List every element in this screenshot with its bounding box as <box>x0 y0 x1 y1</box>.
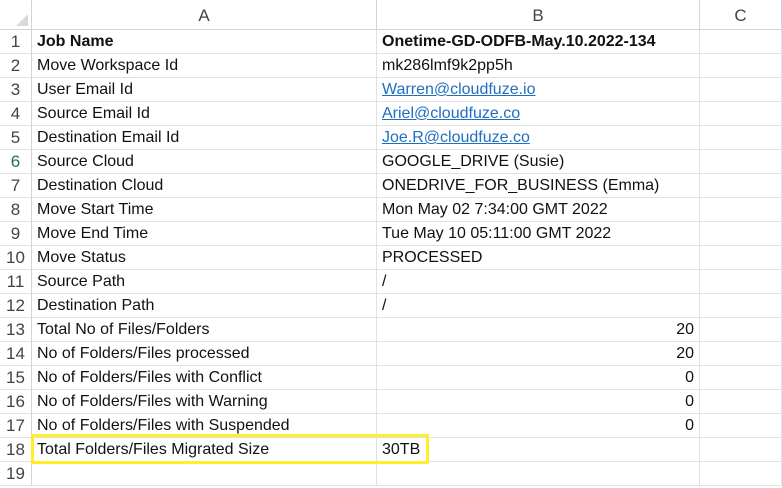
row-header[interactable]: 3 <box>0 78 32 102</box>
cell-value[interactable]: / <box>377 294 700 318</box>
row-header[interactable]: 9 <box>0 222 32 246</box>
email-link[interactable]: Ariel@cloudfuze.co <box>377 102 700 126</box>
cell-label[interactable]: Move Start Time <box>32 198 377 222</box>
row-header[interactable]: 13 <box>0 318 32 342</box>
cell-value-number[interactable]: 0 <box>377 414 700 438</box>
email-link[interactable]: Joe.R@cloudfuze.co <box>377 126 700 150</box>
cell-label[interactable]: Source Email Id <box>32 102 377 126</box>
row-header[interactable]: 6 <box>0 150 32 174</box>
cell-value-number[interactable]: 20 <box>377 342 700 366</box>
cell-value-number[interactable]: 0 <box>377 366 700 390</box>
cell-label[interactable]: No of Folders/Files with Warning <box>32 390 377 414</box>
cell-empty[interactable] <box>700 126 782 150</box>
column-header-c[interactable]: C <box>700 0 782 30</box>
row-header[interactable]: 15 <box>0 366 32 390</box>
cell-label[interactable]: Job Name <box>32 30 377 54</box>
cell-empty[interactable] <box>700 294 782 318</box>
cell-value[interactable]: GOOGLE_DRIVE (Susie) <box>377 150 700 174</box>
cell-empty[interactable] <box>700 246 782 270</box>
row-header[interactable]: 19 <box>0 462 32 486</box>
cell-value-number[interactable]: 20 <box>377 318 700 342</box>
cell-label[interactable]: No of Folders/Files with Suspended <box>32 414 377 438</box>
cell-empty[interactable] <box>700 270 782 294</box>
cell-value[interactable]: 30TB <box>377 438 700 462</box>
row-header[interactable]: 8 <box>0 198 32 222</box>
row-header[interactable]: 1 <box>0 30 32 54</box>
cell-empty[interactable] <box>700 174 782 198</box>
cell-value[interactable]: Onetime-GD-ODFB-May.10.2022-134 <box>377 30 700 54</box>
cell-label[interactable]: Destination Cloud <box>32 174 377 198</box>
cell-empty[interactable] <box>700 366 782 390</box>
row-header[interactable]: 12 <box>0 294 32 318</box>
cell-empty[interactable] <box>700 342 782 366</box>
cell-empty[interactable] <box>700 318 782 342</box>
cell-empty[interactable] <box>700 54 782 78</box>
cell-label[interactable]: No of Folders/Files with Conflict <box>32 366 377 390</box>
cell-label[interactable]: Source Cloud <box>32 150 377 174</box>
spreadsheet-grid: A B C 1 Job Name Onetime-GD-ODFB-May.10.… <box>0 0 782 488</box>
cell-value[interactable]: PROCESSED <box>377 246 700 270</box>
row-header[interactable]: 18 <box>0 438 32 462</box>
cell-label[interactable]: Destination Path <box>32 294 377 318</box>
row-header[interactable]: 17 <box>0 414 32 438</box>
row-header[interactable]: 11 <box>0 270 32 294</box>
cell-empty[interactable] <box>700 30 782 54</box>
cell-label[interactable]: Total Folders/Files Migrated Size <box>32 438 377 462</box>
row-header[interactable]: 14 <box>0 342 32 366</box>
column-header-b[interactable]: B <box>377 0 700 30</box>
row-header[interactable]: 4 <box>0 102 32 126</box>
column-header-a[interactable]: A <box>32 0 377 30</box>
cell-empty[interactable] <box>700 78 782 102</box>
cell-value[interactable]: Mon May 02 7:34:00 GMT 2022 <box>377 198 700 222</box>
cell-empty[interactable] <box>700 390 782 414</box>
cell-value[interactable]: mk286lmf9k2pp5h <box>377 54 700 78</box>
cell-empty[interactable] <box>700 102 782 126</box>
cell-empty[interactable] <box>700 462 782 486</box>
cell-label[interactable]: No of Folders/Files processed <box>32 342 377 366</box>
cell-label[interactable]: Total No of Files/Folders <box>32 318 377 342</box>
cell-empty[interactable] <box>700 150 782 174</box>
cell-label[interactable]: Destination Email Id <box>32 126 377 150</box>
cell-value[interactable]: ONEDRIVE_FOR_BUSINESS (Emma) <box>377 174 700 198</box>
row-header[interactable]: 5 <box>0 126 32 150</box>
cell-empty[interactable] <box>700 198 782 222</box>
cell-label[interactable]: Move Status <box>32 246 377 270</box>
cell-value[interactable] <box>377 462 700 486</box>
row-header[interactable]: 16 <box>0 390 32 414</box>
email-link[interactable]: Warren@cloudfuze.io <box>377 78 700 102</box>
row-header[interactable]: 2 <box>0 54 32 78</box>
cell-value[interactable]: Tue May 10 05:11:00 GMT 2022 <box>377 222 700 246</box>
row-header[interactable]: 7 <box>0 174 32 198</box>
cell-label[interactable]: Move End Time <box>32 222 377 246</box>
cell-empty[interactable] <box>700 222 782 246</box>
select-all-corner[interactable] <box>0 0 32 30</box>
row-header[interactable]: 10 <box>0 246 32 270</box>
cell-empty[interactable] <box>700 414 782 438</box>
cell-label[interactable] <box>32 462 377 486</box>
cell-empty[interactable] <box>700 438 782 462</box>
cell-label[interactable]: User Email Id <box>32 78 377 102</box>
cell-value-number[interactable]: 0 <box>377 390 700 414</box>
cell-label[interactable]: Move Workspace Id <box>32 54 377 78</box>
cell-value[interactable]: / <box>377 270 700 294</box>
cell-label[interactable]: Source Path <box>32 270 377 294</box>
